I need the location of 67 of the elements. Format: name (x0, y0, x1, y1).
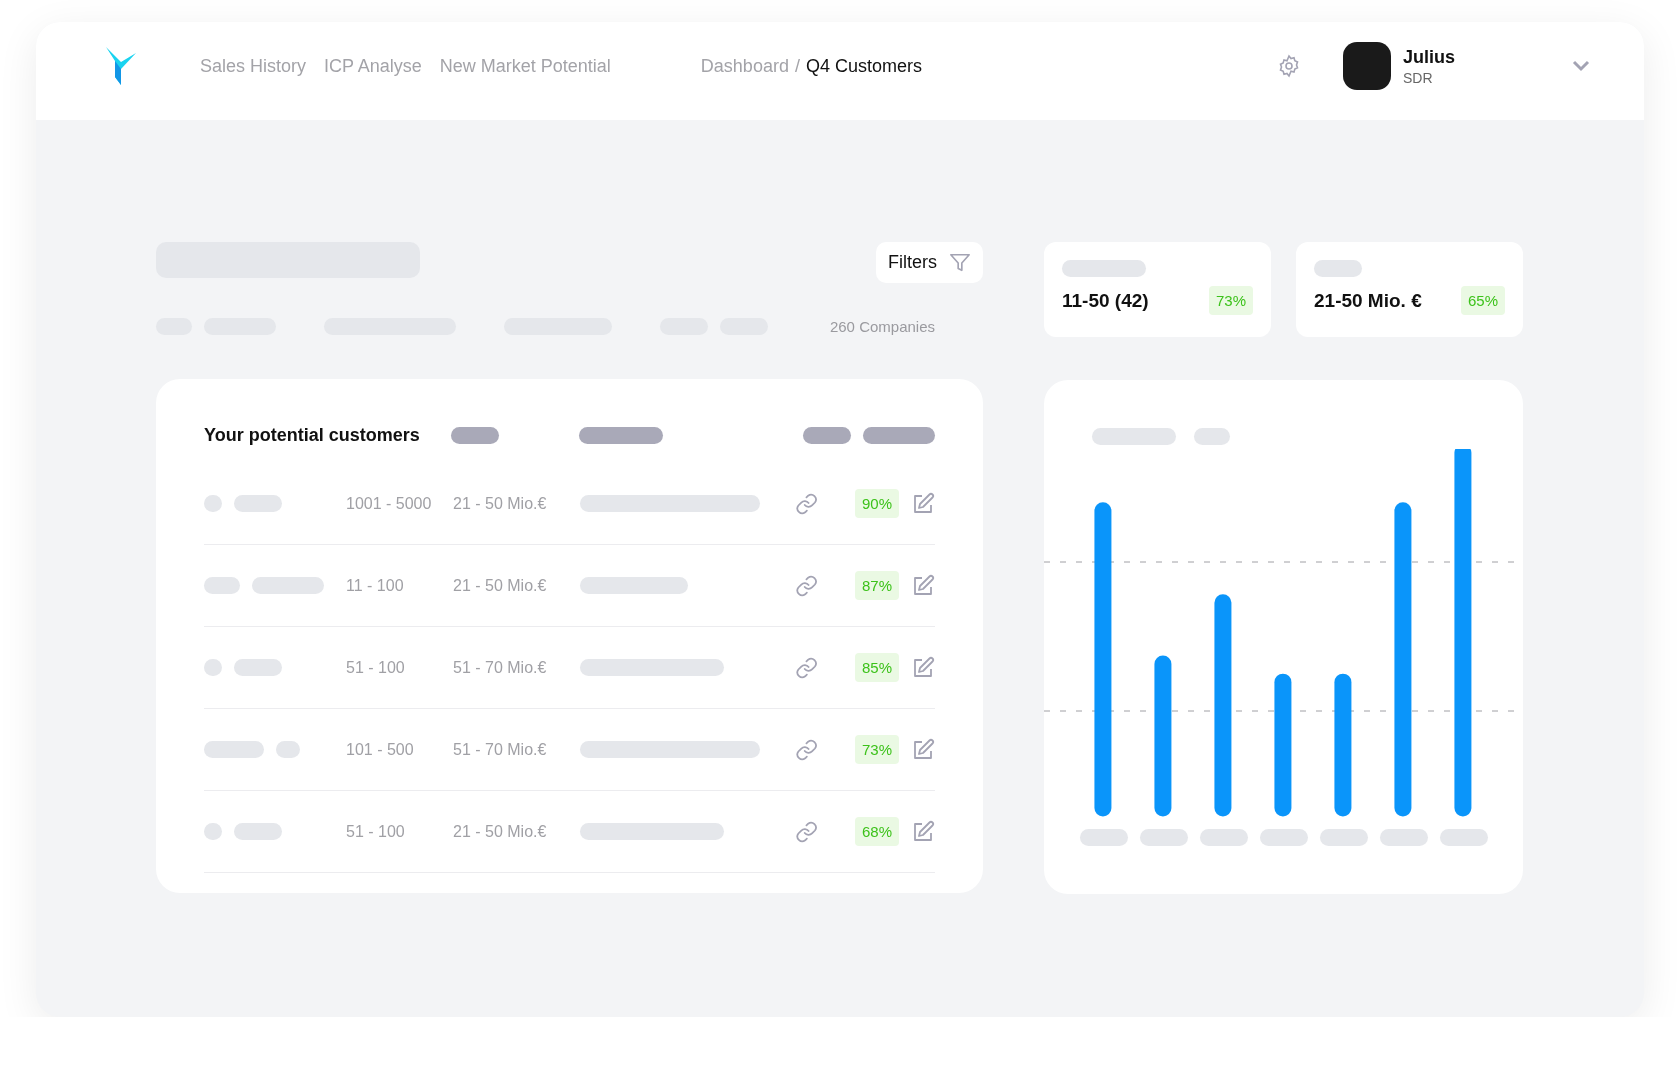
skeleton-bar (1260, 829, 1308, 846)
nav-link[interactable]: Sales History (200, 55, 307, 77)
stat-value: 11-50 (42) (1062, 289, 1149, 312)
skeleton-bar (451, 426, 499, 444)
company-size: 101 - 500 (346, 740, 415, 759)
breadcrumb-link[interactable]: Dashboard (700, 55, 789, 77)
edit-icon[interactable] (911, 573, 935, 598)
skeleton-bar (234, 495, 282, 512)
user-name: Julius (1403, 46, 1456, 68)
revenue-range: 51 - 70 Mio.€ (453, 740, 548, 759)
revenue-range: 21 - 50 Mio.€ (453, 822, 548, 841)
stat-percent: 73% (1208, 286, 1253, 315)
skeleton-bar (204, 741, 264, 758)
nav-link[interactable]: ICP Analyse (324, 55, 422, 77)
settings-icon[interactable] (1277, 54, 1301, 78)
skeleton-bar (1440, 829, 1488, 846)
revenue-range: 21 - 50 Mio.€ (453, 576, 548, 595)
company-count: 260 Companies (829, 318, 935, 335)
match-percent: 73% (854, 735, 899, 764)
skeleton-bar (204, 823, 222, 840)
avatar-placeholder (1343, 42, 1391, 90)
company-size: 51 - 100 (346, 658, 406, 677)
skeleton-bar (1314, 260, 1362, 277)
edit-icon[interactable] (911, 737, 935, 762)
revenue-range: 51 - 70 Mio.€ (453, 658, 548, 677)
stat-percent: 65% (1460, 286, 1505, 315)
company-size: 51 - 100 (346, 822, 406, 841)
match-percent: 85% (854, 653, 899, 682)
stat-value: 21-50 Mio. € (1314, 289, 1422, 312)
skeleton-bar (234, 659, 282, 676)
edit-icon[interactable] (911, 491, 935, 516)
filter-icon (949, 251, 971, 274)
skeleton-bar (204, 495, 222, 512)
link-icon[interactable] (795, 491, 819, 516)
skeleton-bar (276, 741, 300, 758)
skeleton-bar (863, 426, 935, 444)
skeleton-bar (1200, 829, 1248, 846)
edit-icon[interactable] (911, 819, 935, 844)
match-percent: 87% (854, 571, 899, 600)
skeleton-bar (252, 577, 324, 594)
breadcrumb-separator: / (794, 55, 800, 77)
breadcrumb-link[interactable]: Q4 Customers (805, 55, 922, 77)
link-icon[interactable] (795, 573, 819, 598)
nav-link[interactable]: New Market Potential (439, 55, 611, 77)
skeleton-bar (803, 426, 851, 444)
user-role: SDR (1403, 69, 1434, 86)
filters-button[interactable]: Filters (876, 242, 983, 283)
skeleton-bar (1320, 829, 1368, 846)
skeleton-bar (1140, 829, 1188, 846)
link-icon[interactable] (795, 819, 819, 844)
skeleton-bar (204, 659, 222, 676)
skeleton-bar (1080, 829, 1128, 846)
company-size: 11 - 100 (346, 576, 405, 595)
skeleton-bar (1194, 428, 1230, 445)
match-percent: 68% (854, 817, 899, 846)
logo-icon (106, 47, 136, 85)
revenue-range: 21 - 50 Mio.€ (453, 494, 548, 513)
table-title: Your potential customers (204, 424, 421, 446)
chevron-down-icon[interactable] (1572, 60, 1590, 72)
skeleton-bar (234, 823, 282, 840)
edit-icon[interactable] (911, 655, 935, 680)
link-icon[interactable] (795, 737, 819, 762)
company-size: 1001 - 5000 (346, 494, 433, 513)
link-icon[interactable] (795, 655, 819, 680)
skeleton-bar (1380, 829, 1428, 846)
match-percent: 90% (854, 489, 899, 518)
skeleton-bar (204, 577, 240, 594)
